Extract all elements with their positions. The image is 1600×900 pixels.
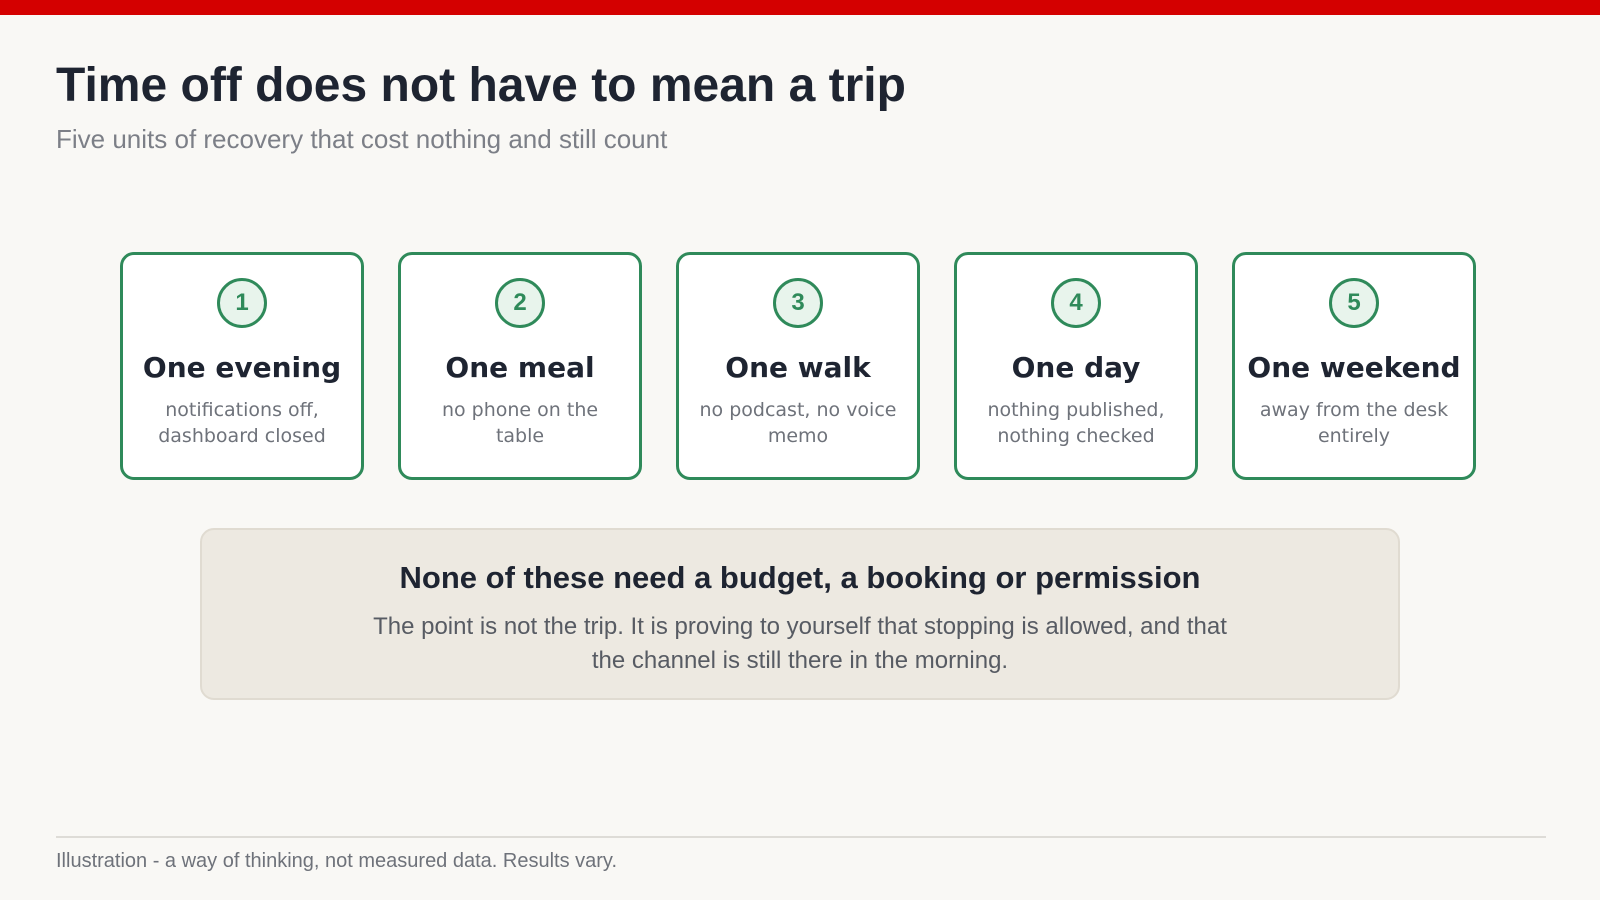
card-walk: 3 One walk no podcast, no voice memo [676,252,920,480]
step-number-badge: 2 [495,278,545,328]
card-title: One walk [725,351,871,384]
card-meal: 2 One meal no phone on the table [398,252,642,480]
summary-note-body: The point is not the trip. It is proving… [373,613,1227,674]
card-description: no podcast, no voice memo [699,399,897,447]
page-title: Time off does not have to mean a trip [56,59,906,112]
summary-note: None of these need a budget, a booking o… [200,528,1400,700]
card-description: notifications off, dashboard closed [158,399,326,447]
step-number-badge: 1 [217,278,267,328]
step-number-badge: 4 [1051,278,1101,328]
card-title: One evening [142,351,342,384]
summary-note-title: None of these need a budget, a booking o… [399,560,1201,595]
footer-divider [56,836,1546,838]
card-description: away from the desk entirely [1259,399,1449,447]
card-evening: 1 One evening notifications off, dashboa… [120,252,364,480]
top-accent-bar [0,0,1600,15]
card-title: One day [1011,351,1141,384]
card-title: One weekend [1247,351,1461,384]
card-weekend: 5 One weekend away from the desk entirel… [1232,252,1476,480]
step-number-badge: 5 [1329,278,1379,328]
card-title: One meal [445,351,595,384]
card-description: no phone on the table [441,399,599,447]
page-subtitle: Five units of recovery that cost nothing… [56,124,668,154]
footer-disclaimer: Illustration - a way of thinking, not me… [56,850,618,872]
card-day: 4 One day nothing published, nothing che… [954,252,1198,480]
card-description: nothing published, nothing checked [987,399,1165,447]
step-number-badge: 3 [773,278,823,328]
